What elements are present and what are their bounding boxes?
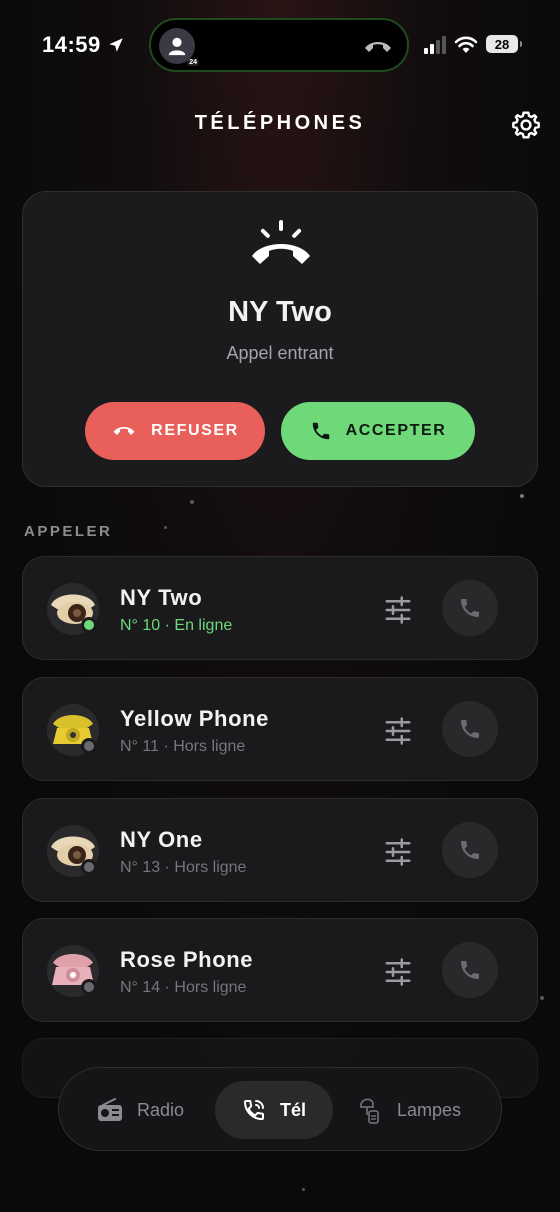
phone-card[interactable]: NY One N° 13 · Hors ligne [22,798,538,902]
person-icon [168,37,186,56]
call-button[interactable] [442,701,498,757]
decor-dot [302,1188,305,1191]
phone-card[interactable]: Rose Phone N° 14 · Hors ligne [22,918,538,1022]
status-bar: 14:59 24 28 [0,0,560,90]
hangup-icon [113,427,135,435]
phone-card[interactable]: Yellow Phone N° 11 · Hors ligne [22,677,538,781]
decor-dot [164,526,167,529]
refuse-label: REFUSER [151,422,239,439]
location-arrow-icon [109,38,123,52]
call-button[interactable] [442,580,498,636]
sliders-icon[interactable] [383,957,413,987]
phone-meta: N° 10 · En ligne [120,617,233,634]
decor-dot [520,494,524,498]
lamp-icon [360,1098,379,1124]
hangup-icon [365,42,391,52]
refuse-button[interactable]: REFUSER [85,402,265,460]
phone-icon [312,422,329,440]
accept-label: ACCEPTER [345,422,447,439]
caller-name: NY Two [228,296,332,328]
accept-button[interactable]: ACCEPTER [281,402,475,460]
call-status: Appel entrant [226,343,334,363]
phone-icon [461,599,479,617]
nav-radio-label: Radio [137,1099,185,1120]
phone-name: NY Two [120,585,203,610]
online-status-dot [81,617,97,633]
radio-icon [98,1098,122,1121]
phone-icon [461,841,479,859]
cellular-signal-icon [424,36,446,54]
section-label: APPELER [24,523,113,540]
battery-indicator: 28 [486,35,522,53]
offline-status-dot [81,738,97,754]
ringing-phone-icon [252,220,310,264]
nav-radio[interactable]: Radio [97,1081,184,1139]
nav-tel[interactable]: Tél [215,1081,333,1139]
phone-meta: N° 14 · Hors ligne [120,979,247,996]
phone-card[interactable]: NY Two N° 10 · En ligne [22,556,538,660]
sliders-icon[interactable] [383,595,413,625]
nav-lamps[interactable]: Lampes [357,1081,461,1139]
phone-name: NY One [120,827,203,852]
phone-meta: N° 13 · Hors ligne [120,859,247,876]
sliders-icon[interactable] [383,716,413,746]
phone-icon [461,720,479,738]
phone-meta: N° 11 · Hors ligne [120,738,246,755]
wifi-icon [454,36,478,53]
island-avatar: 24 [159,28,199,66]
nav-tel-label: Tél [279,1099,306,1120]
gear-icon[interactable] [510,109,542,141]
offline-status-dot [81,979,97,995]
phone-ringing-icon [243,1100,264,1121]
phone-icon [461,961,479,979]
phone-name: Rose Phone [120,947,254,972]
offline-status-dot [81,859,97,875]
status-time: 14:59 [42,32,101,57]
call-button[interactable] [442,942,498,998]
sliders-icon[interactable] [383,837,413,867]
decor-dot [540,996,544,1000]
call-button[interactable] [442,822,498,878]
page-title: TÉLÉPHONES [194,112,366,134]
incoming-call-card: NY Two Appel entrant REFUSER ACCEPTER [22,191,538,487]
island-badge: 24 [187,59,199,66]
phone-name: Yellow Phone [120,706,270,731]
decor-dot [190,500,194,504]
bottom-nav: Radio Tél Lampes [58,1067,502,1151]
dynamic-island[interactable]: 24 [149,18,409,72]
nav-lamps-label: Lampes [397,1099,462,1120]
